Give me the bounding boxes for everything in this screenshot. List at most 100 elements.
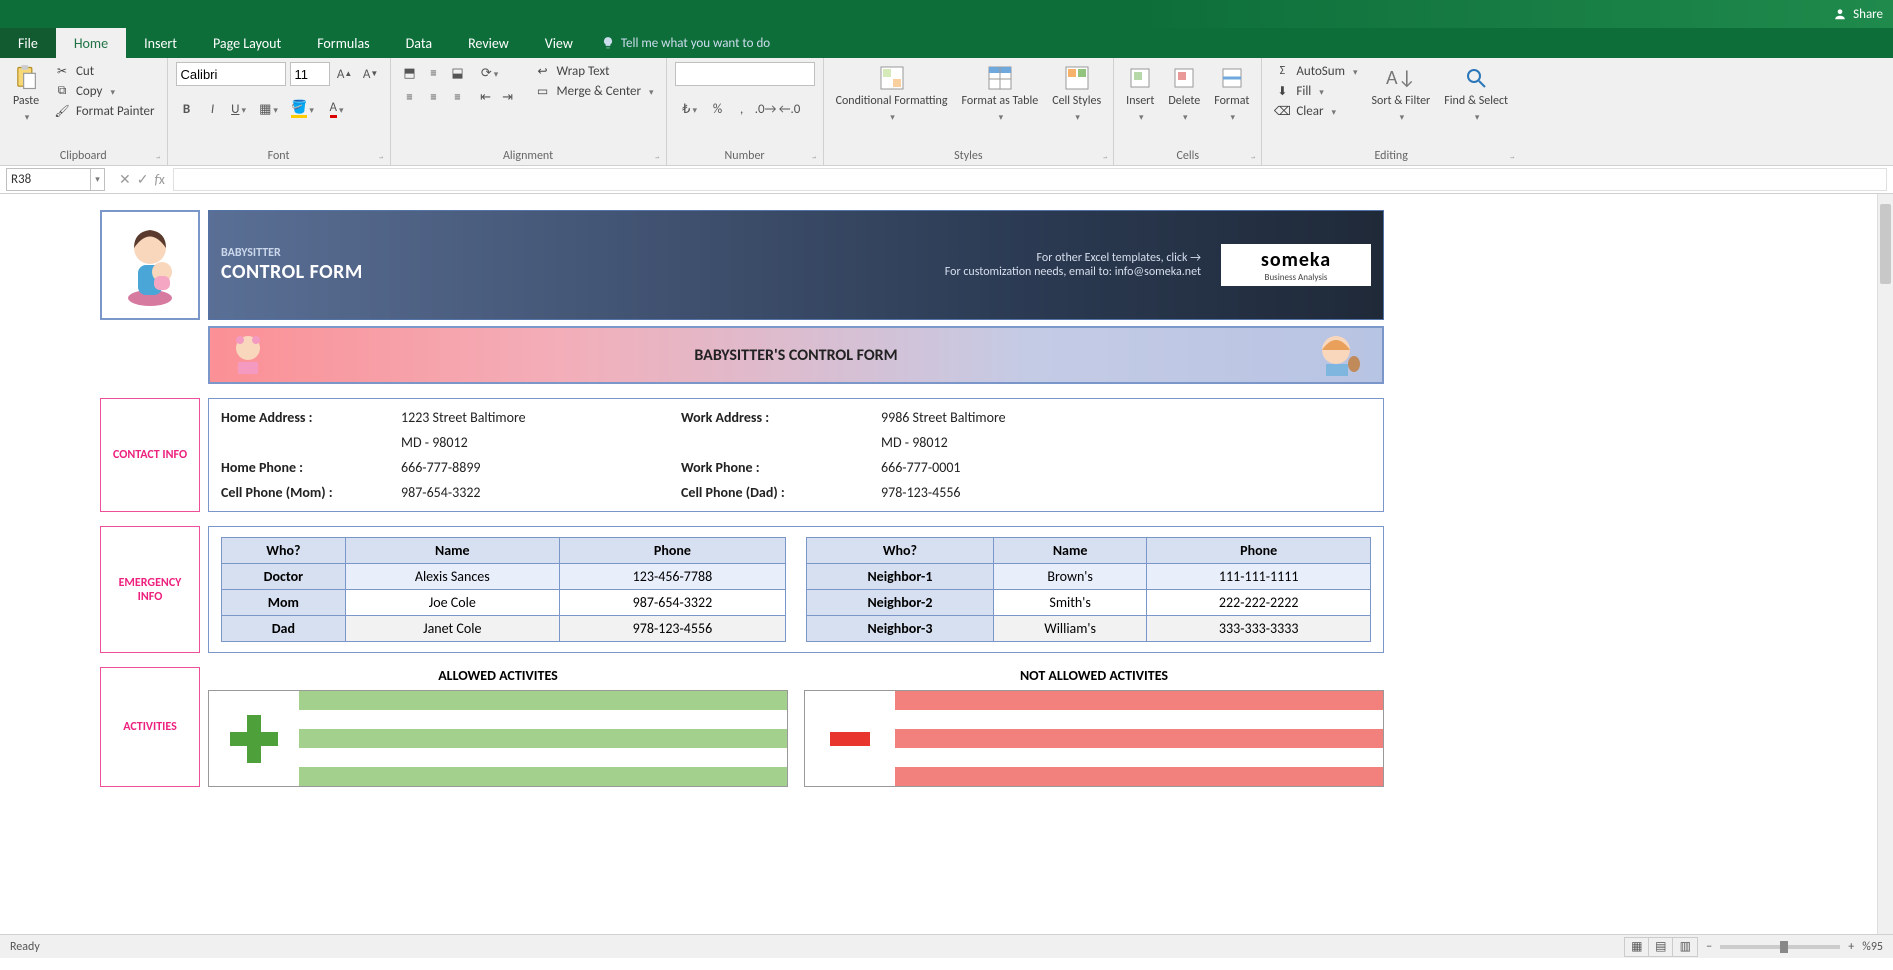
- tell-me[interactable]: Tell me what you want to do: [591, 28, 770, 58]
- sort-filter-button[interactable]: A↓Sort & Filter: [1368, 62, 1435, 126]
- tab-home[interactable]: Home: [56, 28, 126, 58]
- bold-button[interactable]: B: [176, 98, 198, 120]
- view-page-layout-button[interactable]: ▤: [1649, 938, 1673, 956]
- decrease-indent-button[interactable]: ⇤: [475, 86, 497, 108]
- align-center-button[interactable]: ≡: [423, 86, 445, 108]
- chevron-down-icon: [492, 66, 499, 81]
- tab-insert[interactable]: Insert: [126, 28, 195, 58]
- group-alignment: ⬒ ≡ ⬓ ≡ ≡ ≡ ⟳ ⇤ ⇥ ↩Wr: [391, 58, 667, 165]
- sort-label: Sort & Filter: [1372, 94, 1431, 108]
- fill-color-button[interactable]: 🪣: [288, 98, 318, 120]
- eraser-icon: ⌫: [1274, 103, 1290, 119]
- zoom-out-button[interactable]: −: [1706, 940, 1712, 954]
- number-format-select[interactable]: [675, 62, 815, 86]
- chevron-down-icon: [888, 110, 895, 124]
- increase-font-button[interactable]: A▲: [334, 63, 356, 85]
- table-cell: Doctor: [222, 564, 346, 590]
- home-phone-label: Home Phone :: [221, 459, 401, 476]
- name-box-dropdown[interactable]: ▾: [91, 168, 105, 191]
- chevron-down-icon: [108, 84, 115, 99]
- th-phone: Phone: [559, 538, 785, 564]
- group-cells-label: Cells: [1122, 147, 1253, 163]
- find-select-button[interactable]: Find & Select: [1440, 62, 1512, 126]
- tab-file[interactable]: File: [0, 28, 56, 58]
- paste-button[interactable]: Paste: [8, 62, 44, 126]
- clear-button[interactable]: ⌫Clear: [1270, 102, 1361, 120]
- copy-button[interactable]: ⧉Copy: [50, 82, 159, 100]
- chevron-down-icon: [23, 110, 30, 124]
- orientation-button[interactable]: ⟳: [475, 62, 505, 84]
- font-name-input[interactable]: [176, 62, 286, 86]
- tab-data[interactable]: Data: [388, 28, 450, 58]
- th-who: Who?: [807, 538, 994, 564]
- chevron-down-icon: [647, 84, 654, 99]
- format-painter-button[interactable]: 🖌Format Painter: [50, 102, 159, 120]
- name-box[interactable]: R38: [6, 168, 91, 191]
- th-who: Who?: [222, 538, 346, 564]
- align-top-button[interactable]: ⬒: [399, 62, 421, 84]
- zoom-in-button[interactable]: +: [1848, 940, 1854, 954]
- comma-button[interactable]: ,: [731, 98, 753, 120]
- fx-button[interactable]: fx: [154, 171, 164, 188]
- percent-button[interactable]: %: [707, 98, 729, 120]
- decrease-decimal-button[interactable]: ←.0: [779, 98, 801, 120]
- fill-button[interactable]: ⬇Fill: [1270, 82, 1361, 100]
- delete-cells-button[interactable]: Delete: [1164, 62, 1204, 126]
- autosum-button[interactable]: ΣAutoSum: [1270, 62, 1361, 80]
- merge-icon: ▭: [535, 83, 551, 99]
- tab-formulas[interactable]: Formulas: [299, 28, 387, 58]
- merge-center-button[interactable]: ▭Merge & Center: [531, 82, 658, 100]
- format-cells-button[interactable]: Format: [1210, 62, 1253, 126]
- font-color-button[interactable]: A: [322, 98, 352, 120]
- cancel-formula-button[interactable]: ✕: [119, 171, 131, 188]
- vertical-scrollbar[interactable]: [1877, 194, 1893, 934]
- view-normal-button[interactable]: ▦: [1625, 938, 1649, 956]
- conditional-formatting-button[interactable]: Conditional Formatting: [832, 62, 952, 126]
- formula-bar[interactable]: [173, 168, 1887, 191]
- italic-button[interactable]: I: [202, 98, 224, 120]
- borders-button[interactable]: ▦: [254, 98, 284, 120]
- align-right-button[interactable]: ≡: [447, 86, 469, 108]
- chevron-down-icon: [1330, 104, 1337, 119]
- cell-mom-label: Cell Phone (Mom) :: [221, 484, 401, 501]
- scrollbar-thumb[interactable]: [1880, 204, 1891, 284]
- zoom-slider[interactable]: [1720, 945, 1840, 949]
- decrease-font-button[interactable]: A▼: [360, 63, 382, 85]
- plus-icon: [209, 691, 299, 786]
- currency-button[interactable]: ₺: [675, 98, 705, 120]
- section-emergency-label: EMERGENCY INFO: [100, 526, 200, 653]
- tell-me-label: Tell me what you want to do: [621, 36, 770, 51]
- table-cell: Neighbor-1: [807, 564, 994, 590]
- wrap-icon: ↩: [535, 63, 551, 79]
- section-contact-label: CONTACT INFO: [100, 398, 200, 512]
- tab-review[interactable]: Review: [450, 28, 527, 58]
- cut-button[interactable]: ✂Cut: [50, 62, 159, 80]
- worksheet-area[interactable]: BABYSITTER CONTROL FORM For other Excel …: [0, 194, 1893, 934]
- format-as-table-button[interactable]: Format as Table: [958, 62, 1043, 126]
- copy-icon: ⧉: [54, 83, 70, 99]
- chevron-down-icon: [690, 102, 697, 117]
- increase-decimal-button[interactable]: .0→: [755, 98, 777, 120]
- section-emergency: Who?NamePhone DoctorAlexis Sances123-456…: [208, 526, 1384, 653]
- group-number-label: Number: [675, 147, 815, 163]
- wrap-text-button[interactable]: ↩Wrap Text: [531, 62, 658, 80]
- insert-cells-button[interactable]: Insert: [1122, 62, 1158, 126]
- font-size-input[interactable]: [290, 62, 330, 86]
- share-button[interactable]: Share: [1833, 7, 1883, 22]
- increase-indent-button[interactable]: ⇥: [497, 86, 519, 108]
- align-middle-button[interactable]: ≡: [423, 62, 445, 84]
- align-bottom-button[interactable]: ⬓: [447, 62, 469, 84]
- view-page-break-button[interactable]: ▥: [1673, 938, 1697, 956]
- delete-label: Delete: [1168, 94, 1200, 108]
- cell-styles-button[interactable]: Cell Styles: [1048, 62, 1105, 126]
- align-left-button[interactable]: ≡: [399, 86, 421, 108]
- tab-page-layout[interactable]: Page Layout: [195, 28, 299, 58]
- paste-label: Paste: [13, 94, 39, 108]
- table-cell: Neighbor-2: [807, 590, 994, 616]
- baby-boy-icon: [1314, 330, 1364, 380]
- tab-view[interactable]: View: [527, 28, 591, 58]
- underline-button[interactable]: U: [228, 98, 250, 120]
- group-clipboard-label: Clipboard: [8, 147, 159, 163]
- group-clipboard: Paste ✂Cut ⧉Copy 🖌Format Painter Clipboa…: [0, 58, 168, 165]
- enter-formula-button[interactable]: ✓: [137, 171, 149, 188]
